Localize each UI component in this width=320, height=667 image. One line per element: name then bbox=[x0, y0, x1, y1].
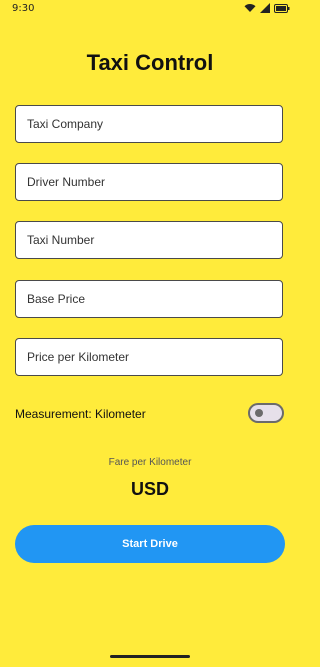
fare-label: Fare per Kilometer bbox=[108, 457, 192, 468]
toggle-knob bbox=[255, 409, 263, 417]
signal-icon bbox=[260, 3, 270, 13]
status-icons bbox=[244, 3, 290, 13]
navigation-bar bbox=[0, 651, 300, 667]
taxi-company-input[interactable] bbox=[15, 105, 283, 143]
home-indicator[interactable] bbox=[110, 655, 190, 658]
battery-icon bbox=[274, 3, 290, 13]
base-price-input[interactable] bbox=[15, 280, 283, 318]
driver-number-input[interactable] bbox=[15, 163, 283, 201]
start-drive-button[interactable]: Start Drive bbox=[15, 525, 285, 563]
page-title: Taxi Control bbox=[86, 50, 214, 75]
measurement-row: Measurement: Kilometer bbox=[15, 402, 285, 426]
status-bar: 9:30 bbox=[0, 0, 300, 18]
fare-value: USD bbox=[130, 479, 169, 499]
measurement-label: Measurement: Kilometer bbox=[15, 407, 146, 421]
wifi-icon bbox=[244, 3, 256, 13]
status-time: 9:30 bbox=[12, 3, 35, 14]
measurement-toggle[interactable] bbox=[248, 403, 284, 423]
taxi-number-input[interactable] bbox=[15, 221, 283, 259]
price-per-km-input[interactable] bbox=[15, 338, 283, 376]
